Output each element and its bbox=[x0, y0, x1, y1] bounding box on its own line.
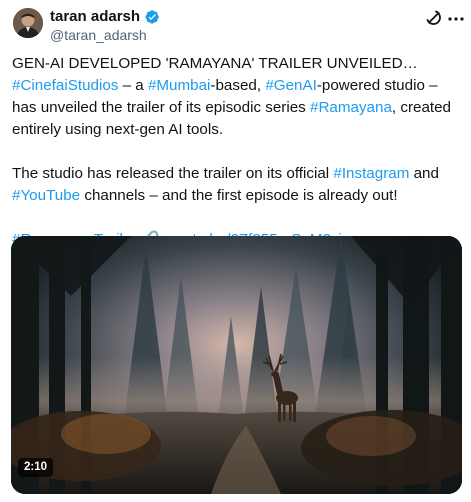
tweet-text-segment: and bbox=[409, 165, 439, 182]
hashtag-instagram[interactable]: #Instagram bbox=[333, 165, 409, 182]
more-icon[interactable] bbox=[447, 10, 465, 28]
hashtag-cinefaistudios[interactable]: #CinefaiStudios bbox=[12, 77, 118, 94]
avatar[interactable] bbox=[13, 8, 43, 38]
hashtag-mumbai[interactable]: #Mumbai bbox=[148, 77, 210, 94]
tweet-text-segment: – a bbox=[118, 77, 148, 94]
avatar-image bbox=[13, 8, 43, 38]
hashtag-youtube[interactable]: #YouTube bbox=[12, 187, 80, 204]
video-duration-badge: 2:10 bbox=[18, 458, 54, 477]
tweet-text-segment: GEN-AI DEVELOPED 'RAMAYANA' TRAILER UNVE… bbox=[12, 55, 418, 72]
author-display-name[interactable]: taran adarsh bbox=[50, 8, 140, 26]
forest-deer-image bbox=[11, 236, 462, 494]
tweet-text-segment: channels – and the first episode is alre… bbox=[80, 187, 398, 204]
tweet-text-segment: The studio has released the trailer on i… bbox=[12, 165, 334, 182]
tweet-text-segment: -based, bbox=[210, 77, 266, 94]
author-handle[interactable]: @taran_adarsh bbox=[50, 27, 147, 43]
verified-badge-icon bbox=[145, 10, 159, 24]
tweet-text: GEN-AI DEVELOPED 'RAMAYANA' TRAILER UNVE… bbox=[12, 53, 464, 251]
tweet-paragraph-2: The studio has released the trailer on i… bbox=[12, 163, 464, 207]
author-name-row: taran adarsh bbox=[50, 8, 160, 26]
hashtag-genai[interactable]: #GenAI bbox=[265, 77, 317, 94]
video-thumbnail[interactable] bbox=[11, 236, 462, 494]
hashtag-ramayana[interactable]: #Ramayana bbox=[310, 99, 392, 116]
grok-icon[interactable] bbox=[424, 8, 444, 28]
tweet-paragraph-1: GEN-AI DEVELOPED 'RAMAYANA' TRAILER UNVE… bbox=[12, 53, 464, 141]
